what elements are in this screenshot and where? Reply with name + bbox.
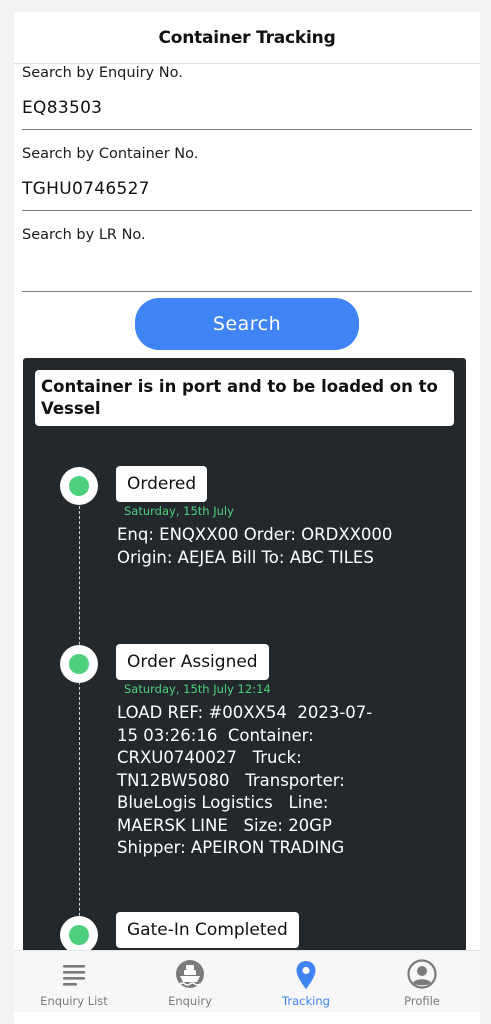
- timeline-dot: [60, 645, 98, 683]
- tab-label: Enquiry: [168, 994, 212, 1008]
- list-icon: [61, 961, 87, 991]
- location-pin-icon: [295, 960, 317, 994]
- ship-icon: [175, 959, 205, 993]
- page-title: Container Tracking: [158, 27, 336, 48]
- timeline-connector: [79, 486, 80, 968]
- app-screen: Container Tracking Search by Enquiry No.…: [14, 12, 480, 1024]
- timeline-dot: [60, 916, 98, 954]
- tab-enquiry[interactable]: Enquiry: [132, 951, 248, 1013]
- tab-enquiry-list[interactable]: Enquiry List: [16, 951, 132, 1013]
- user-icon: [407, 959, 437, 993]
- enquiry-search-field[interactable]: Search by Enquiry No. EQ83503: [22, 65, 472, 142]
- tracking-panel: Container is in port and to be loaded on…: [23, 358, 466, 968]
- timeline-event-date: Saturday, 15th July 12:14: [124, 682, 271, 696]
- lr-field-label: Search by LR No.: [22, 227, 146, 243]
- timeline-event-title: Gate-In Completed: [116, 912, 299, 948]
- tab-label: Profile: [404, 994, 440, 1008]
- status-complete-indicator: [69, 654, 89, 674]
- container-input[interactable]: TGHU0746527: [22, 179, 150, 199]
- tab-label: Tracking: [282, 994, 330, 1008]
- timeline-event-date: Saturday, 15th July: [124, 504, 234, 518]
- tab-label: Enquiry List: [40, 994, 108, 1008]
- enquiry-underline: [22, 129, 472, 130]
- timeline-event-details: Enq: ENQXX00 Order: ORDXX000 Origin: AEJ…: [117, 525, 409, 567]
- enquiry-input[interactable]: EQ83503: [22, 98, 102, 118]
- search-button[interactable]: Search: [135, 298, 359, 350]
- tracking-status-banner: Container is in port and to be loaded on…: [35, 370, 454, 426]
- status-complete-indicator: [69, 925, 89, 945]
- bottom-tab-bar: Enquiry List Enquiry Tracking Profile: [14, 950, 480, 1012]
- enquiry-field-label: Search by Enquiry No.: [22, 65, 183, 81]
- timeline-event-details: LOAD REF: #00XX54 2023-07-15 03:26:16 Co…: [117, 703, 373, 857]
- container-field-label: Search by Container No.: [22, 146, 199, 162]
- lr-underline: [22, 291, 472, 292]
- container-underline: [22, 210, 472, 211]
- container-search-field[interactable]: Search by Container No. TGHU0746527: [22, 146, 472, 223]
- tab-profile[interactable]: Profile: [364, 951, 480, 1013]
- nav-header: Container Tracking: [14, 12, 480, 64]
- timeline-event-title: Order Assigned: [116, 644, 269, 680]
- timeline-event-title: Ordered: [116, 466, 208, 502]
- timeline-dot: [60, 467, 98, 505]
- status-complete-indicator: [69, 476, 89, 496]
- lr-search-field[interactable]: Search by LR No.: [22, 227, 472, 304]
- tab-tracking[interactable]: Tracking: [248, 951, 364, 1013]
